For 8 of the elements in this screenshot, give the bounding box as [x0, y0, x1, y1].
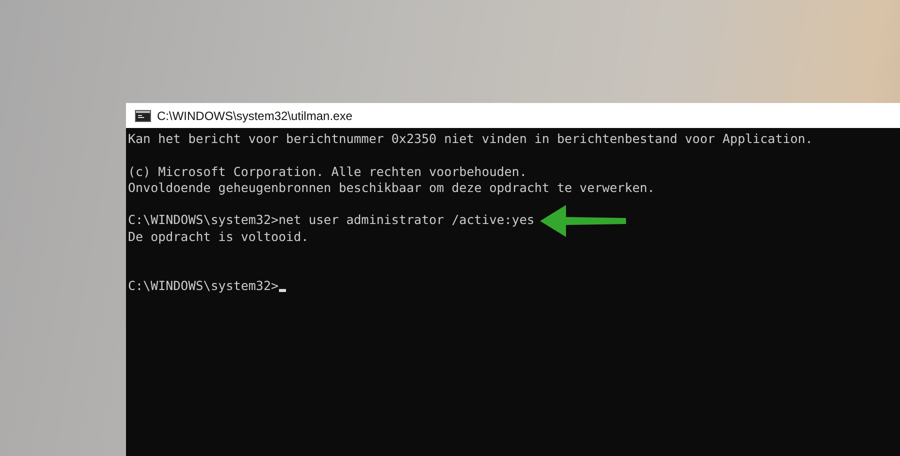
console-output: De opdracht is voltooid. [128, 228, 309, 246]
command-line: C:\WINDOWS\system32> [128, 278, 279, 294]
command-line: C:\WINDOWS\system32>net user administrator /active:yes [128, 212, 534, 229]
window-title: C:\WINDOWS\system32\utilman.exe [157, 108, 352, 122]
console-output: (c) Microsoft Corporation. Alle rechten voorbehouden. [128, 164, 527, 180]
console-output: Onvoldoende geheugenbronnen beschikbaar om deze opdracht te verwerken. [128, 180, 655, 196]
console-icon [135, 110, 151, 122]
console-output: Kan het bericht voor berichtnummer 0x2350 niet vinden in berichtenbestand voor Application. [128, 131, 813, 148]
